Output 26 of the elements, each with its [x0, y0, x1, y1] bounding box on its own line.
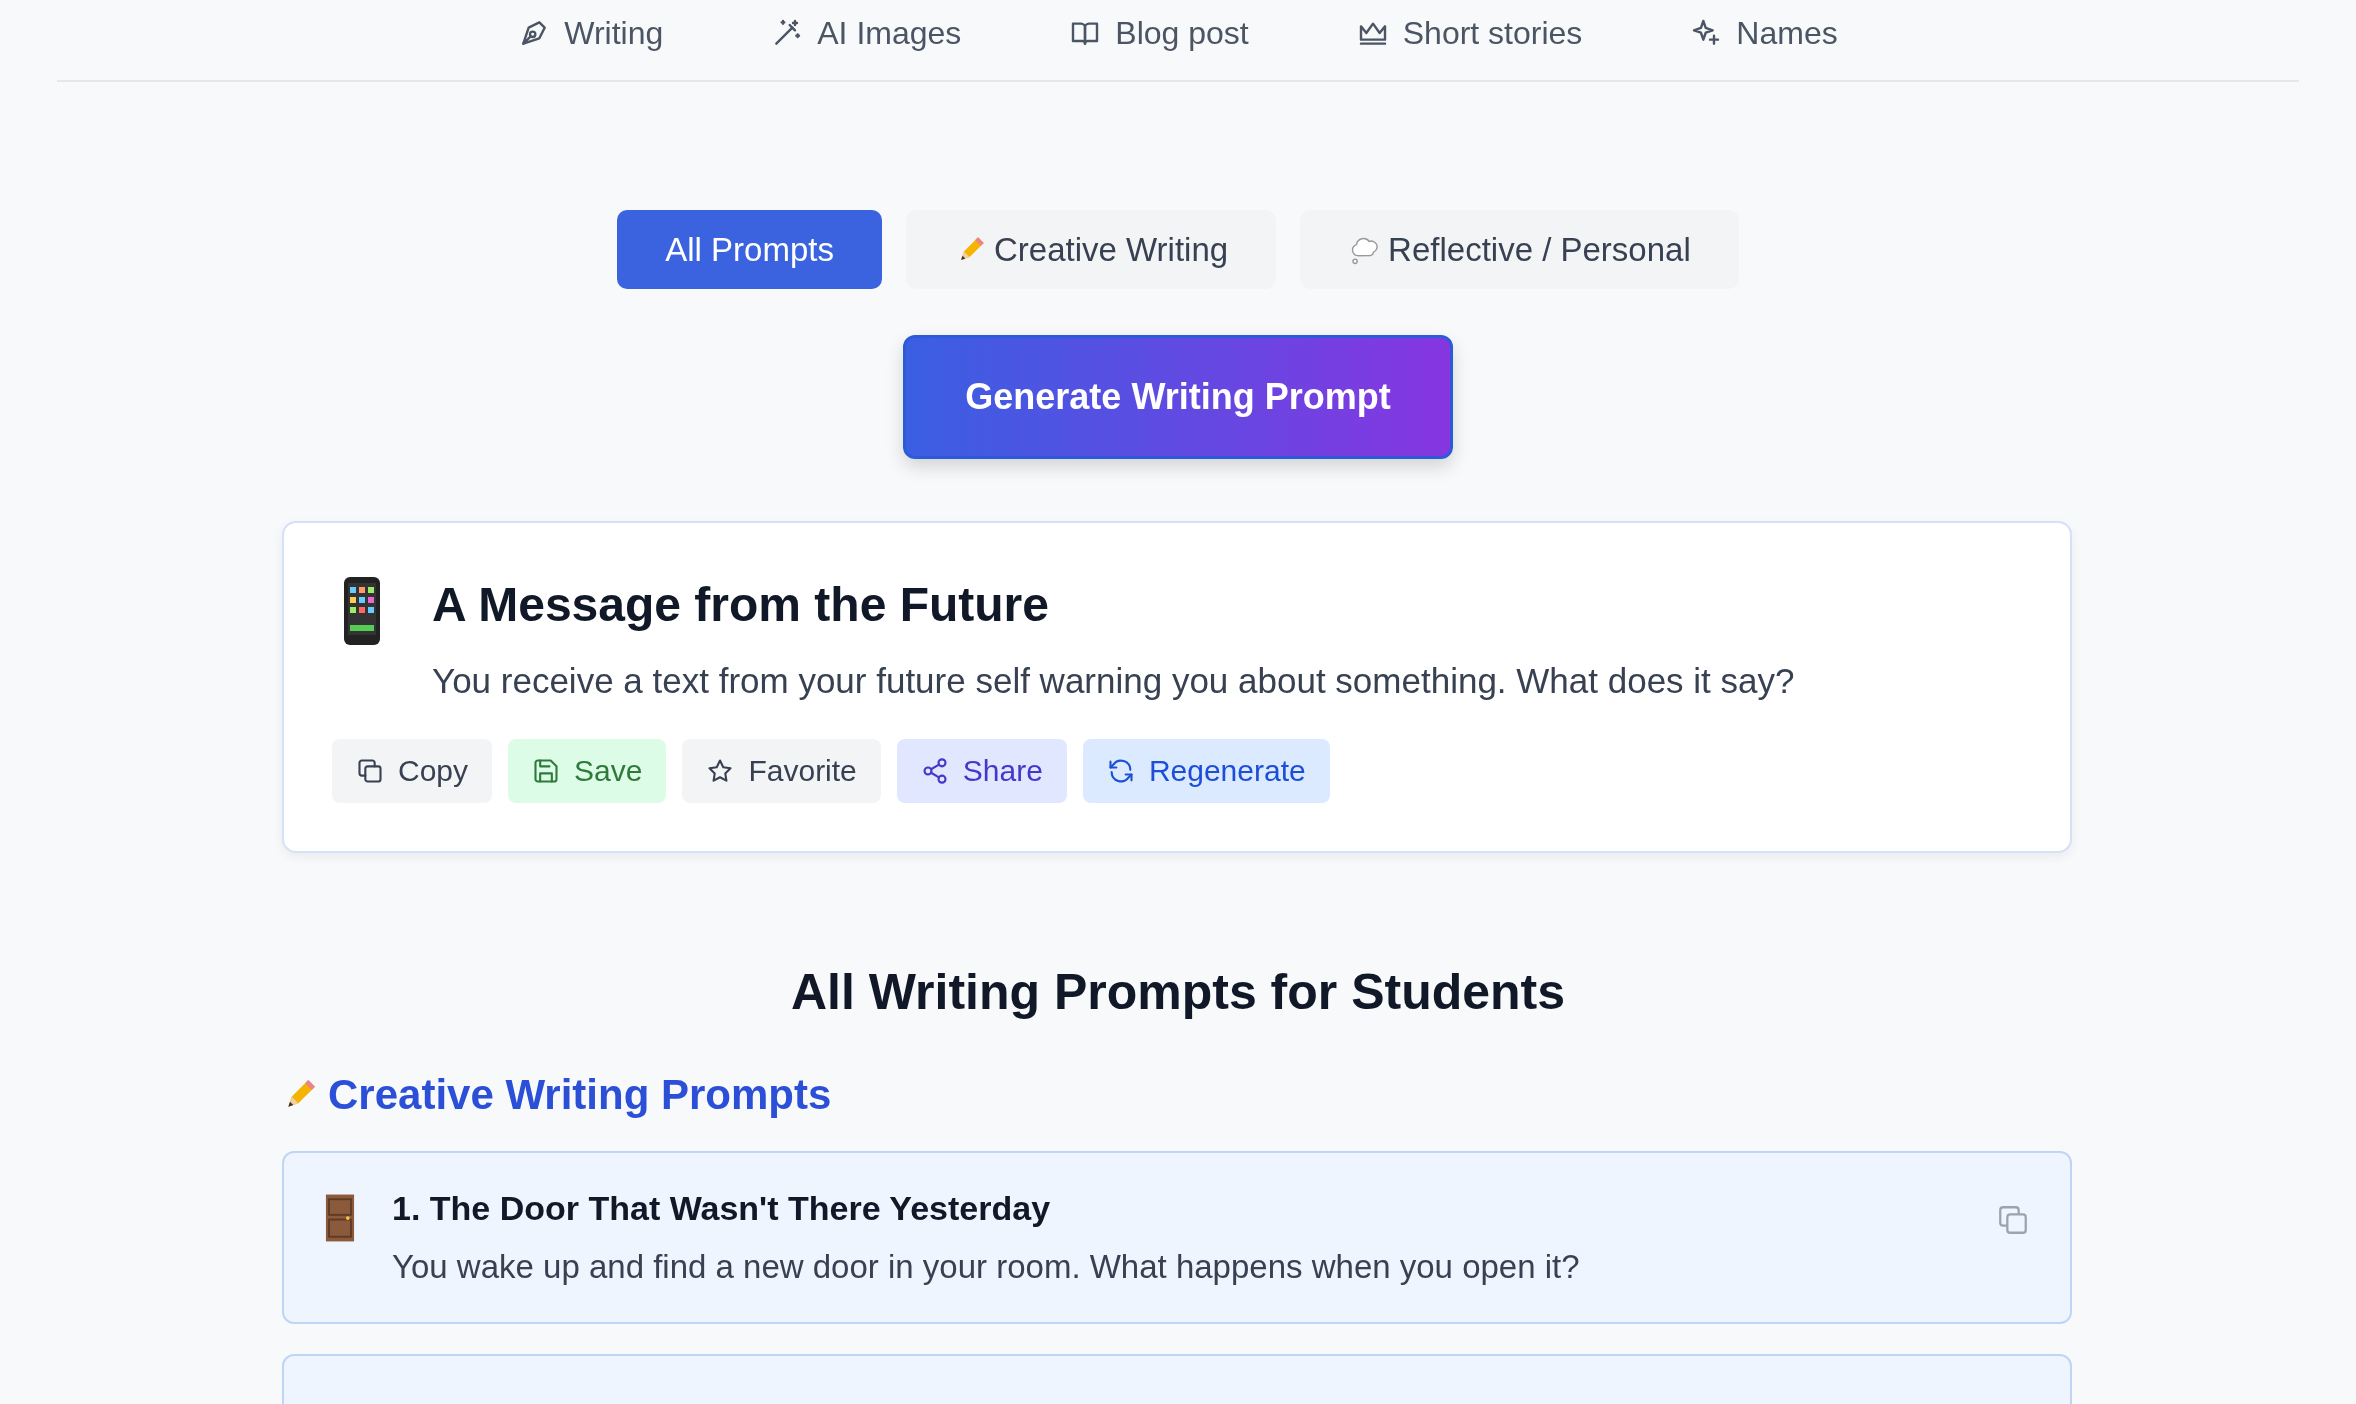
door-icon — [324, 1193, 356, 1243]
refresh-icon — [1106, 757, 1135, 785]
save-icon — [532, 757, 561, 785]
star-icon — [706, 757, 735, 785]
filter-tab[interactable]: All Prompts — [617, 210, 882, 289]
favorite-button[interactable]: Favorite — [682, 739, 881, 803]
nav-link[interactable]: Blog post — [1069, 8, 1249, 58]
copy-button[interactable]: Copy — [332, 739, 493, 803]
prompt-text: You receive a text from your future self warning you about something. What does it say? — [432, 661, 1795, 701]
save-button[interactable]: Save — [508, 739, 667, 803]
copy-icon — [356, 757, 384, 785]
filter-tab[interactable]: Reflective / Personal — [1300, 210, 1739, 289]
nav-link[interactable]: Writing — [518, 8, 664, 58]
prompt-text: You wake up and find a new door in your room. What happens when you open it? — [392, 1248, 1581, 1286]
prompt-title: 1. The Door That Wasn't There Yesterday — [392, 1189, 1052, 1228]
section-heading: All Writing Prompts for Students — [789, 963, 1567, 1021]
nav-link[interactable]: Names — [1690, 8, 1838, 58]
category-heading: Creative Writing Prompts — [328, 1071, 832, 1119]
copy-icon[interactable] — [1996, 1203, 2030, 1237]
nav-link[interactable]: Short stories — [1356, 8, 1583, 58]
regenerate-button[interactable]: Regenerate — [1082, 739, 1330, 803]
generate-button[interactable]: Generate Writing Prompt — [903, 335, 1453, 459]
prompt-title: A Message from the Future — [432, 577, 1050, 633]
nav-link[interactable]: AI Images — [771, 8, 962, 58]
filter-tab[interactable]: Creative Writing — [905, 210, 1277, 289]
share-button[interactable]: Share — [896, 739, 1067, 803]
